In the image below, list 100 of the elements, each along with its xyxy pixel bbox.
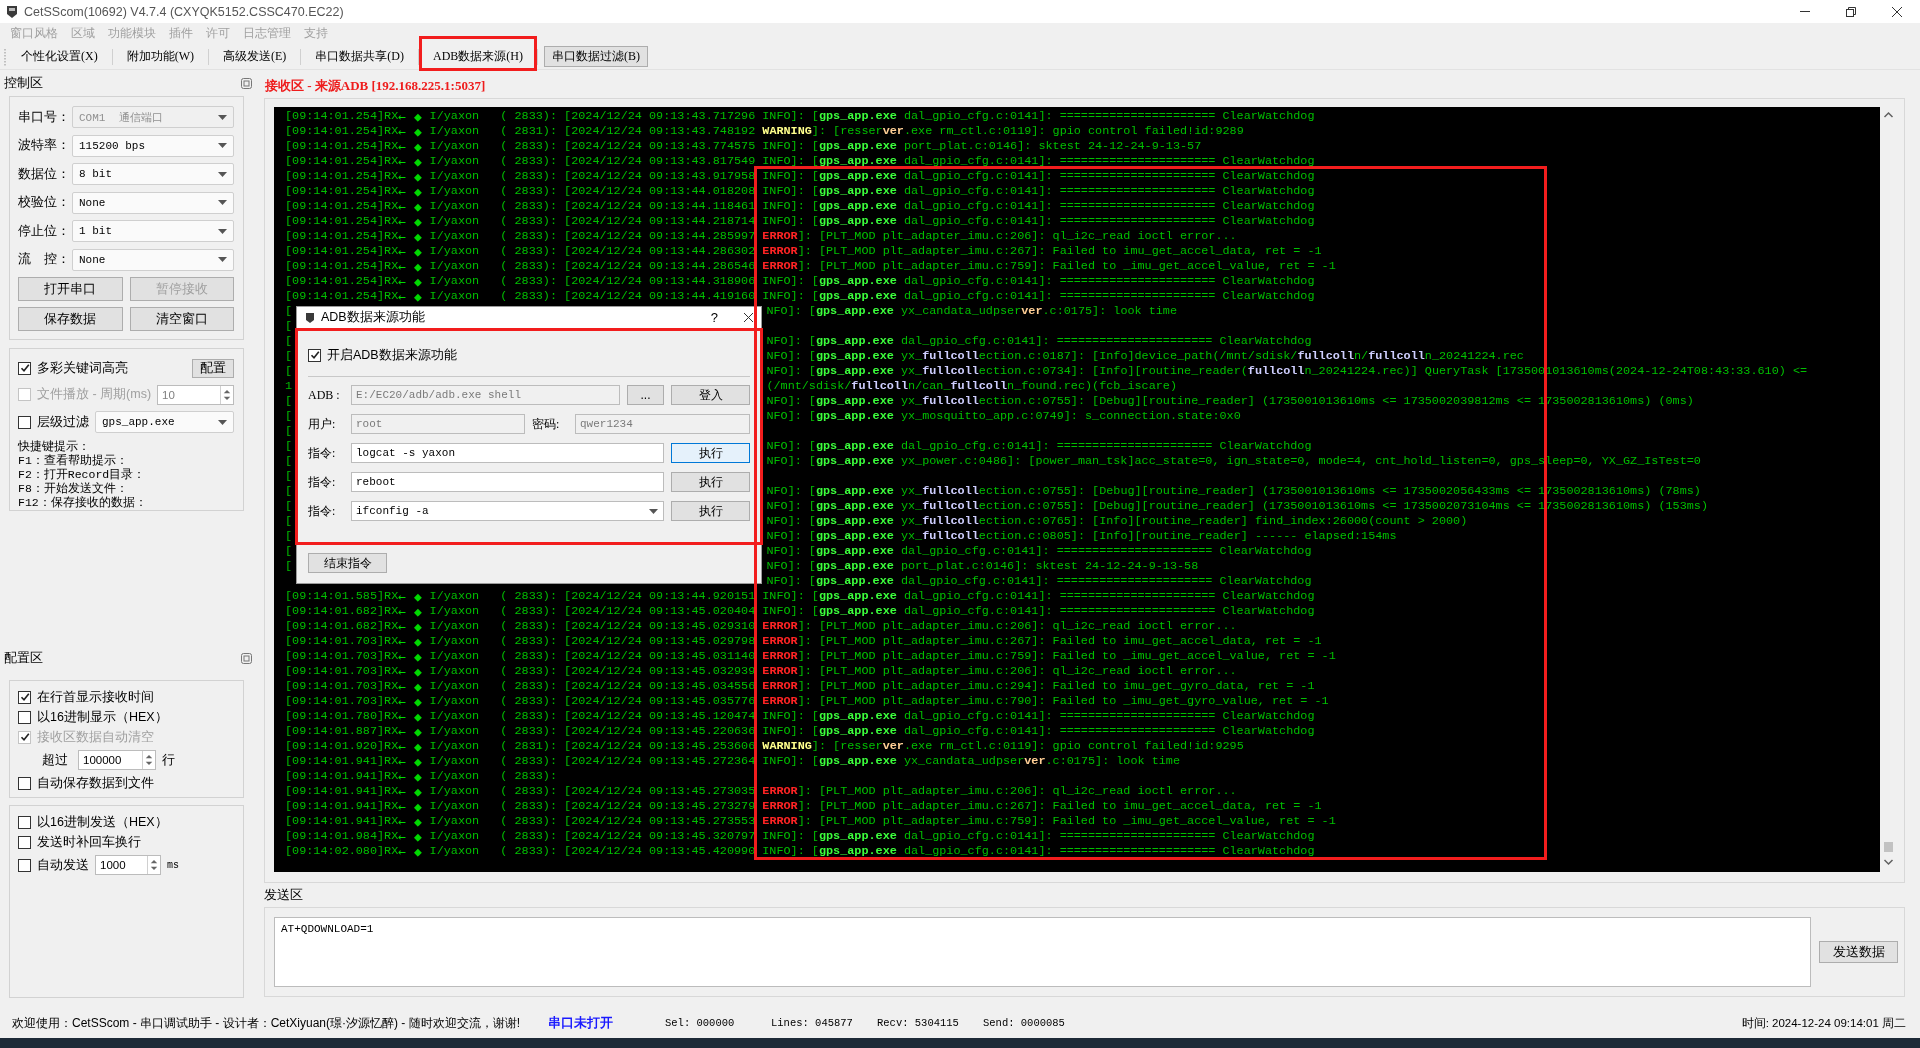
log-line: [09:14:01.254]RX← ◆ I/yaxon ( 2833): [2024/12/24 09:13:44.419160 INFO]: [gps_app.exe dal_gpio_cfg.c:0141]: ====================== ClearWatchdog bbox=[285, 289, 1315, 304]
dialog-title: ADB数据来源功能 bbox=[321, 309, 425, 326]
run-button[interactable]: 执行 bbox=[671, 501, 750, 521]
spin-arrows-icon[interactable] bbox=[147, 856, 160, 874]
log-line-fragment: [ bbox=[285, 304, 293, 319]
send-button[interactable]: 发送数据 bbox=[1819, 941, 1898, 963]
checkbox-label: 多彩关键词高亮 bbox=[37, 359, 128, 377]
stop-button[interactable]: 结束指令 bbox=[308, 553, 387, 573]
checkbox[interactable] bbox=[18, 835, 31, 849]
checkbox[interactable] bbox=[18, 690, 31, 704]
checkbox-label: 发送时补回车换行 bbox=[37, 833, 141, 851]
log-line: NFO]: [gps_app.exe dal_gpio_cfg.c:0141]: ====================== ClearWatchdog bbox=[766, 574, 1312, 589]
log-line: [09:14:01.682]RX← ◆ I/yaxon ( 2833): [2024/12/24 09:13:45.029310 ERROR]: [PLT_MOD plt_adapter_imu.c:206]: ql_i2c_read ioctl error... bbox=[285, 619, 1237, 634]
log-line-fragment: [ bbox=[285, 469, 293, 484]
dropdown[interactable]: 8 bit bbox=[72, 163, 234, 185]
toolbar-button[interactable]: 串口数据共享(D) bbox=[307, 46, 412, 67]
checkbox[interactable] bbox=[18, 710, 31, 724]
send-text-field[interactable]: AT+QDOWNLOAD=1 bbox=[274, 917, 1811, 987]
caret-icon bbox=[218, 228, 227, 234]
dropdown[interactable]: 115200 bps bbox=[72, 134, 234, 157]
checkbox[interactable] bbox=[18, 815, 31, 829]
toolbar-button[interactable]: 个性化设置(X) bbox=[13, 46, 106, 67]
field-label: 停止位： bbox=[18, 222, 71, 240]
log-line: [09:14:01.941]RX← ◆ I/yaxon ( 2833): [2024/12/24 09:13:45.272364 INFO]: [gps_app.exe yx_candata_udpserver.c:0175]: look time bbox=[285, 754, 1180, 769]
clock-text: 时间: 2024-12-24 09:14:01 周二 bbox=[1741, 1015, 1906, 1031]
float-icon[interactable] bbox=[241, 77, 252, 89]
field-label: 密码: bbox=[532, 415, 561, 433]
checkbox[interactable] bbox=[18, 858, 31, 872]
log-line: [09:14:01.703]RX← ◆ I/yaxon ( 2833): [2024/12/24 09:13:45.035776 ERROR]: [PLT_MOD plt_adapter_imu.c:790]: Failed to _imu_get_gyro_value, ret = -1 bbox=[285, 694, 1329, 709]
command-field[interactable]: reboot bbox=[351, 472, 664, 492]
log-line: [09:14:01.780]RX← ◆ I/yaxon ( 2833): [2024/12/24 09:13:45.120474 INFO]: [gps_app.exe dal_gpio_cfg.c:0141]: ====================== ClearWatchdog bbox=[285, 709, 1315, 724]
checkbox[interactable] bbox=[18, 777, 31, 790]
checkbox-label: 以16进制发送（HEX） bbox=[37, 813, 168, 831]
spin-arrows-icon[interactable] bbox=[220, 385, 233, 404]
field-label: ADB : bbox=[308, 387, 341, 403]
checkbox[interactable] bbox=[18, 415, 31, 429]
help-button[interactable]: ? bbox=[710, 310, 718, 325]
float-icon[interactable] bbox=[241, 652, 252, 664]
run-button[interactable]: 执行 bbox=[671, 443, 750, 463]
toolbar-button[interactable]: 串口数据过滤(B) bbox=[544, 46, 648, 67]
config-button[interactable]: 配置 bbox=[192, 358, 234, 378]
log-line: [09:14:01.703]RX← ◆ I/yaxon ( 2833): [2024/12/24 09:13:45.031140 ERROR]: [PLT_MOD plt_adapter_imu.c:759]: Failed to _imu_get_accel_value, ret = -1 bbox=[285, 649, 1336, 664]
log-line: NFO]: [gps_app.exe port_plat.c:0146]: sktest 24-12-24-9-13-58 bbox=[766, 559, 1199, 574]
log-line: [09:14:01.941]RX← ◆ I/yaxon ( 2833): [2024/12/24 09:13:45.273279 ERROR]: [PLT_MOD plt_adapter_imu.c:267]: Failed to imu_get_accel_data, ret = -1 bbox=[285, 799, 1322, 814]
spin-box[interactable]: 1000 bbox=[95, 855, 161, 875]
checkbox-label: 以16进制显示（HEX） bbox=[37, 708, 168, 726]
checkbox-label: 文件播放 - 周期(ms) bbox=[37, 386, 152, 403]
log-line: [09:14:01.984]RX← ◆ I/yaxon ( 2833): [2024/12/24 09:13:45.320797 INFO]: [gps_app.exe dal_gpio_cfg.c:0141]: ====================== ClearWatchdog bbox=[285, 829, 1315, 844]
command-field[interactable]: logcat -s yaxon bbox=[351, 443, 664, 463]
caret-icon bbox=[218, 171, 227, 177]
caret-icon bbox=[218, 143, 227, 148]
dropdown[interactable]: None bbox=[72, 248, 234, 271]
dropdown[interactable]: None bbox=[72, 191, 234, 214]
toolbar-grip-icon bbox=[4, 47, 7, 66]
log-line: [09:14:01.585]RX← ◆ I/yaxon ( 2833): [2024/12/24 09:13:44.920151 INFO]: [gps_app.exe dal_gpio_cfg.c:0141]: ====================== ClearWatchdog bbox=[285, 589, 1315, 604]
checkbox-label: 自动发送 bbox=[37, 856, 89, 874]
command-dropdown[interactable]: ifconfig -a bbox=[351, 501, 664, 521]
close-icon bbox=[1892, 6, 1902, 17]
log-line-fragment: [ bbox=[285, 499, 293, 514]
checkbox-label: 接收区数据自动清空 bbox=[37, 728, 154, 746]
field-label: 串口号： bbox=[18, 108, 71, 126]
dropdown[interactable]: 1 bit bbox=[72, 220, 234, 242]
log-line: [09:14:01.887]RX← ◆ I/yaxon ( 2833): [2024/12/24 09:13:45.220636 INFO]: [gps_app.exe dal_gpio_cfg.c:0141]: ====================== ClearWatchdog bbox=[285, 724, 1315, 739]
log-line: [09:14:01.254]RX← ◆ I/yaxon ( 2833): [2024/12/24 09:13:43.774575 INFO]: [gps_app.exe port_plat.c:0146]: sktest 24-12-24-9-13-57 bbox=[285, 139, 1202, 154]
action-button[interactable]: 打开串口 bbox=[18, 277, 123, 301]
toolbar-button[interactable]: 高级发送(E) bbox=[215, 46, 295, 67]
run-button[interactable]: 执行 bbox=[671, 472, 750, 492]
app-icon bbox=[305, 311, 315, 324]
toolbar-button[interactable]: 附加功能(W) bbox=[118, 46, 202, 67]
log-line: [09:14:02.080]RX← ◆ I/yaxon ( 2833): [2024/12/24 09:13:45.420990 INFO]: [gps_app.exe dal_gpio_cfg.c:0141]: ====================== ClearWatchdog bbox=[285, 844, 1315, 859]
toolbar-button[interactable]: ADB数据来源(H) bbox=[425, 46, 531, 67]
close-icon[interactable] bbox=[744, 313, 753, 322]
status-counter: Send: 0000085 bbox=[983, 1017, 1066, 1029]
checkbox-label: 自动保存数据到文件 bbox=[37, 775, 154, 792]
log-line: NFO]: [gps_app.exe yx_candata_udpserver.c:0175]: look time bbox=[766, 304, 1178, 319]
log-line: [09:14:01.254]RX← ◆ I/yaxon ( 2833): [2024/12/24 09:13:44.018208 INFO]: [gps_app.exe dal_gpio_cfg.c:0141]: ====================== ClearWatchdog bbox=[285, 184, 1315, 199]
checkbox[interactable] bbox=[308, 348, 321, 362]
log-line-fragment: [ bbox=[285, 424, 293, 439]
send-title: 发送区 bbox=[264, 886, 303, 904]
status-counter: Sel: 000000 bbox=[665, 1017, 736, 1029]
log-line: [09:14:01.254]RX← ◆ I/yaxon ( 2831): [2024/12/24 09:13:43.748192 WARNING]: [resserver.exe rm_ctl.c:0119]: gpio control failed!id:9289 bbox=[285, 124, 1244, 139]
log-line-fragment: [ bbox=[285, 559, 293, 574]
caret-icon bbox=[218, 257, 227, 262]
action-button[interactable]: 清空窗口 bbox=[129, 307, 234, 331]
log-line: (/mnt/sdisk/fullcolln/can_fullcolln_found.rec)(fcb_iscare) bbox=[766, 379, 1177, 394]
log-line-fragment: [ bbox=[285, 454, 293, 469]
log-line: [09:14:01.703]RX← ◆ I/yaxon ( 2833): [2024/12/24 09:13:45.029798 ERROR]: [PLT_MOD plt_adapter_imu.c:267]: Failed to imu_get_accel_data, ret = -1 bbox=[285, 634, 1322, 649]
log-line: [09:14:01.920]RX← ◆ I/yaxon ( 2831): [2024/12/24 09:13:45.253606 WARNING]: [resserver.exe rm_ctl.c:0119]: gpio control failed!id:9295 bbox=[285, 739, 1244, 754]
dropdown[interactable]: gps_app.exe bbox=[95, 411, 234, 433]
status-counter: Lines: 045877 bbox=[771, 1017, 854, 1029]
unit-label: ms bbox=[167, 859, 179, 871]
hint-text: F8：开始发送文件： bbox=[18, 481, 129, 496]
spin-arrows-icon[interactable] bbox=[142, 751, 155, 769]
spin-box[interactable]: 100000 bbox=[78, 750, 156, 770]
checkbox[interactable] bbox=[18, 361, 31, 375]
action-button[interactable]: 保存数据 bbox=[18, 307, 123, 331]
log-line: [09:14:01.254]RX← ◆ I/yaxon ( 2833): [2024/12/24 09:13:44.218714 INFO]: [gps_app.exe dal_gpio_cfg.c:0141]: ====================== ClearWatchdog bbox=[285, 214, 1315, 229]
log-line: [09:14:01.941]RX← ◆ I/yaxon ( 2833): [2024/12/24 09:13:45.273035 ERROR]: [PLT_MOD plt_adapter_imu.c:206]: ql_i2c_read ioctl error... bbox=[285, 784, 1237, 799]
log-line-fragment: [ bbox=[285, 394, 293, 409]
field-label: 校验位： bbox=[18, 194, 71, 211]
